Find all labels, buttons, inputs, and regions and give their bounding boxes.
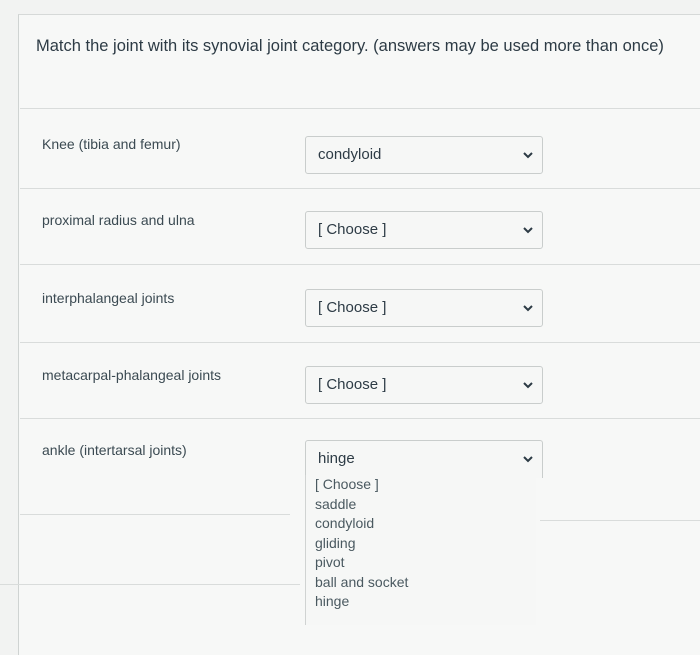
dropdown-list: [ Choose ] saddle condyloid gliding pivo…: [305, 475, 536, 625]
chevron-down-icon: [523, 305, 533, 312]
chevron-down-icon: [523, 382, 533, 389]
prompt-ankle: ankle (intertarsal joints): [42, 442, 187, 458]
divider: [20, 188, 700, 189]
prompt-metacarpal: metacarpal-phalangeal joints: [42, 367, 221, 383]
select-ankle[interactable]: hinge: [305, 440, 543, 478]
divider: [20, 418, 700, 419]
select-value: [ Choose ]: [318, 376, 387, 393]
divider: [540, 520, 700, 521]
prompt-radius-ulna: proximal radius and ulna: [42, 212, 195, 228]
divider: [20, 514, 290, 515]
select-value: hinge: [318, 450, 355, 467]
dropdown-option[interactable]: gliding: [306, 534, 536, 554]
select-knee[interactable]: condyloid: [305, 136, 543, 174]
select-metacarpal[interactable]: [ Choose ]: [305, 366, 543, 404]
divider: [0, 584, 300, 585]
select-value: condyloid: [318, 146, 382, 163]
divider: [20, 108, 700, 109]
dropdown-option[interactable]: [ Choose ]: [306, 475, 536, 495]
chevron-down-icon: [523, 152, 533, 159]
prompt-knee: Knee (tibia and femur): [42, 136, 181, 152]
chevron-down-icon: [523, 227, 533, 234]
select-value: [ Choose ]: [318, 221, 387, 238]
select-radius-ulna[interactable]: [ Choose ]: [305, 211, 543, 249]
select-interphalangeal[interactable]: [ Choose ]: [305, 289, 543, 327]
chevron-down-icon: [523, 456, 533, 463]
dropdown-option[interactable]: hinge: [306, 592, 536, 612]
prompt-interphalangeal: interphalangeal joints: [42, 290, 175, 306]
divider: [20, 264, 700, 265]
select-value: [ Choose ]: [318, 299, 387, 316]
dropdown-option[interactable]: ball and socket: [306, 573, 536, 593]
divider: [20, 342, 700, 343]
dropdown-option[interactable]: pivot: [306, 553, 536, 573]
dropdown-option[interactable]: saddle: [306, 495, 536, 515]
question-text: Match the joint with its synovial joint …: [36, 37, 664, 55]
dropdown-option[interactable]: condyloid: [306, 514, 536, 534]
